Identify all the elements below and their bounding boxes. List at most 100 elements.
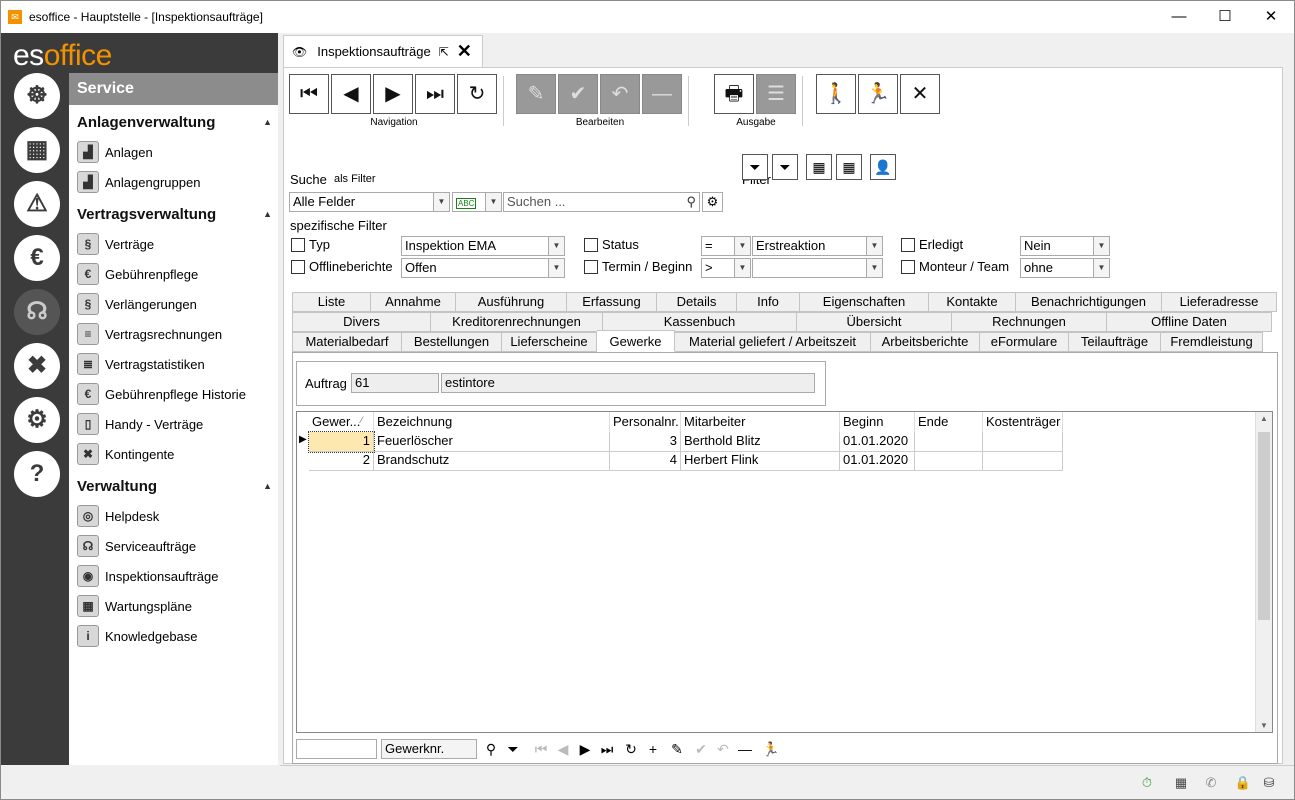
grid-delete-icon[interactable]: — (736, 740, 754, 758)
grid-cell-mitarbeiter[interactable]: Berthold Blitz (681, 432, 840, 452)
tab-lieferadresse[interactable]: Lieferadresse (1162, 292, 1277, 312)
money-icon[interactable]: € (14, 235, 60, 281)
status-select[interactable]: Erstreaktion ▼ (752, 236, 883, 256)
minimize-icon[interactable]: — (1156, 1, 1202, 33)
grid-cell-personalnr[interactable]: 3 (610, 432, 681, 452)
lock-icon[interactable]: 🔒 (1234, 775, 1252, 791)
typ-select[interactable]: Inspektion EMA ▼ (401, 236, 565, 256)
filter-check-icon[interactable]: ⏷ (772, 154, 798, 180)
grid-cell-ende[interactable] (915, 432, 983, 452)
calculator-icon[interactable]: ▦ (14, 127, 60, 173)
printer-icon[interactable]: 🖶 (714, 74, 754, 114)
search-mode-select[interactable]: ABC ▼ (452, 192, 502, 212)
helm-icon[interactable]: ☸ (14, 73, 60, 119)
grid-col-header[interactable]: Ende (915, 412, 983, 432)
chevron-up-icon[interactable]: ▲ (1256, 414, 1272, 423)
grid-cell-beginn[interactable]: 01.01.2020 (840, 432, 915, 452)
grid-col-header[interactable]: Mitarbeiter (681, 412, 840, 432)
tab-erfassung[interactable]: Erfassung (567, 292, 657, 312)
tab-annahme[interactable]: Annahme (371, 292, 456, 312)
grid-last-icon[interactable]: ⏭ (598, 740, 616, 758)
search-field-select[interactable]: Alle Felder ▼ (289, 192, 450, 212)
sidebar-item-1[interactable]: ▟ Anlagengruppen (69, 167, 278, 197)
export-list-icon[interactable]: ☰ (756, 74, 796, 114)
chevron-down-icon[interactable]: ▼ (866, 237, 882, 255)
chevron-down-icon[interactable]: ▼ (1256, 721, 1272, 730)
next-record-icon[interactable]: ▶ (373, 74, 413, 114)
grid-col-header[interactable]: Kostenträger (983, 412, 1063, 432)
grid-edit-icon[interactable]: ✎ (668, 740, 686, 758)
chevron-down-icon[interactable]: ▼ (1093, 237, 1109, 255)
sidebar-item-1[interactable]: € Gebührenpflege (69, 259, 278, 289)
first-record-icon[interactable]: ⏮ (289, 74, 329, 114)
gear-icon[interactable]: ⚙ (702, 192, 723, 212)
grid-cell-mitarbeiter[interactable]: Herbert Flink (681, 451, 840, 471)
magnifier-icon[interactable]: ⚲ (686, 193, 696, 211)
run-walk-icon[interactable]: 🚶 (816, 74, 856, 114)
grid-col-header[interactable]: Beginn (840, 412, 915, 432)
tab-liste[interactable]: Liste (292, 292, 371, 312)
nav-section-1[interactable]: Vertragsverwaltung ▲ (69, 199, 278, 229)
help-icon[interactable]: ? (14, 451, 60, 497)
tools-icon[interactable]: ✖ (14, 343, 60, 389)
save-check-icon[interactable]: ✔ (558, 74, 598, 114)
grid-next-icon[interactable]: ▶ (576, 740, 594, 758)
grid-post-icon[interactable]: ✔ (692, 740, 710, 758)
stopwatch-icon[interactable]: ⏱ (1138, 775, 1156, 791)
grid-col-header[interactable]: Personalnr. (610, 412, 681, 432)
chevron-down-icon[interactable]: ▼ (548, 237, 564, 255)
chevron-down-icon[interactable]: ▼ (548, 259, 564, 277)
undo-icon[interactable]: ↶ (600, 74, 640, 114)
close-x-icon[interactable]: ✕ (900, 74, 940, 114)
sidebar-item-0[interactable]: ▟ Anlagen (69, 137, 278, 167)
tab-lieferscheine[interactable]: Lieferscheine (502, 332, 597, 352)
tab-kassenbuch[interactable]: Kassenbuch (603, 312, 797, 332)
grid-cell-gewerk[interactable]: 2 (309, 451, 374, 471)
grid-field-select[interactable]: Gewerknr. (381, 739, 477, 759)
database-icon[interactable]: ⛁ (1260, 775, 1278, 791)
filter-building-down-icon[interactable]: ▦ (836, 154, 862, 180)
refresh-icon[interactable]: ↻ (457, 74, 497, 114)
monteur-select[interactable]: ohne ▼ (1020, 258, 1110, 278)
last-record-icon[interactable]: ⏭ (415, 74, 455, 114)
building-icon[interactable]: ▦ (1172, 775, 1190, 791)
tab-materialbedarf[interactable]: Materialbedarf (292, 332, 402, 352)
scrollbar-thumb[interactable] (1258, 432, 1270, 620)
grid-refresh-icon[interactable]: ↻ (622, 740, 640, 758)
headset-icon[interactable]: ☊ (14, 289, 60, 335)
grid-cancel-icon[interactable]: ↶ (714, 740, 732, 758)
offline-select[interactable]: Offen ▼ (401, 258, 565, 278)
tab-rechnungen[interactable]: Rechnungen (952, 312, 1107, 332)
tab-details[interactable]: Details (657, 292, 737, 312)
termin-operator-select[interactable]: > ▼ (701, 258, 751, 278)
tab-material-geliefert-arbeitszeit[interactable]: Material geliefert / Arbeitszeit (675, 332, 871, 352)
phone-icon[interactable]: ✆ (1202, 775, 1220, 791)
previous-record-icon[interactable]: ◀ (331, 74, 371, 114)
sidebar-item-0[interactable]: ◎ Helpdesk (69, 501, 278, 531)
sidebar-item-2[interactable]: § Verlängerungen (69, 289, 278, 319)
tab-arbeitsberichte[interactable]: Arbeitsberichte (871, 332, 980, 352)
popout-icon[interactable]: ⇱ (439, 45, 449, 59)
grid-cell-bezeichnung[interactable]: Brandschutz (374, 451, 610, 471)
sidebar-item-7[interactable]: ✖ Kontingente (69, 439, 278, 469)
chevron-down-icon[interactable]: ▼ (734, 237, 750, 255)
grid-cell-personalnr[interactable]: 4 (610, 451, 681, 471)
close-icon[interactable]: ✕ (1248, 1, 1294, 33)
edit-pencil-icon[interactable]: ✎ (516, 74, 556, 114)
tab-bestellungen[interactable]: Bestellungen (402, 332, 502, 352)
vertical-scrollbar[interactable]: ▲ ▼ (1255, 412, 1272, 732)
grid-cell-kostentraeger[interactable] (983, 432, 1063, 452)
grid-cell-bezeichnung[interactable]: Feuerlöscher (374, 432, 610, 452)
nav-section-0[interactable]: Anlagenverwaltung ▲ (69, 107, 278, 137)
chevron-down-icon[interactable]: ▼ (734, 259, 750, 277)
close-tab-icon[interactable]: ✕ (457, 41, 472, 62)
sidebar-item-6[interactable]: ▯ Handy - Verträge (69, 409, 278, 439)
typ-checkbox[interactable] (291, 238, 305, 252)
tab-offline-daten[interactable]: Offline Daten (1107, 312, 1272, 332)
tab-eigenschaften[interactable]: Eigenschaften (800, 292, 929, 312)
offline-checkbox[interactable] (291, 260, 305, 274)
tab-kontakte[interactable]: Kontakte (929, 292, 1016, 312)
grid-col-header[interactable]: Bezeichnung (374, 412, 610, 432)
termin-checkbox[interactable] (584, 260, 598, 274)
grid-run-icon[interactable]: 🏃 (762, 740, 780, 758)
